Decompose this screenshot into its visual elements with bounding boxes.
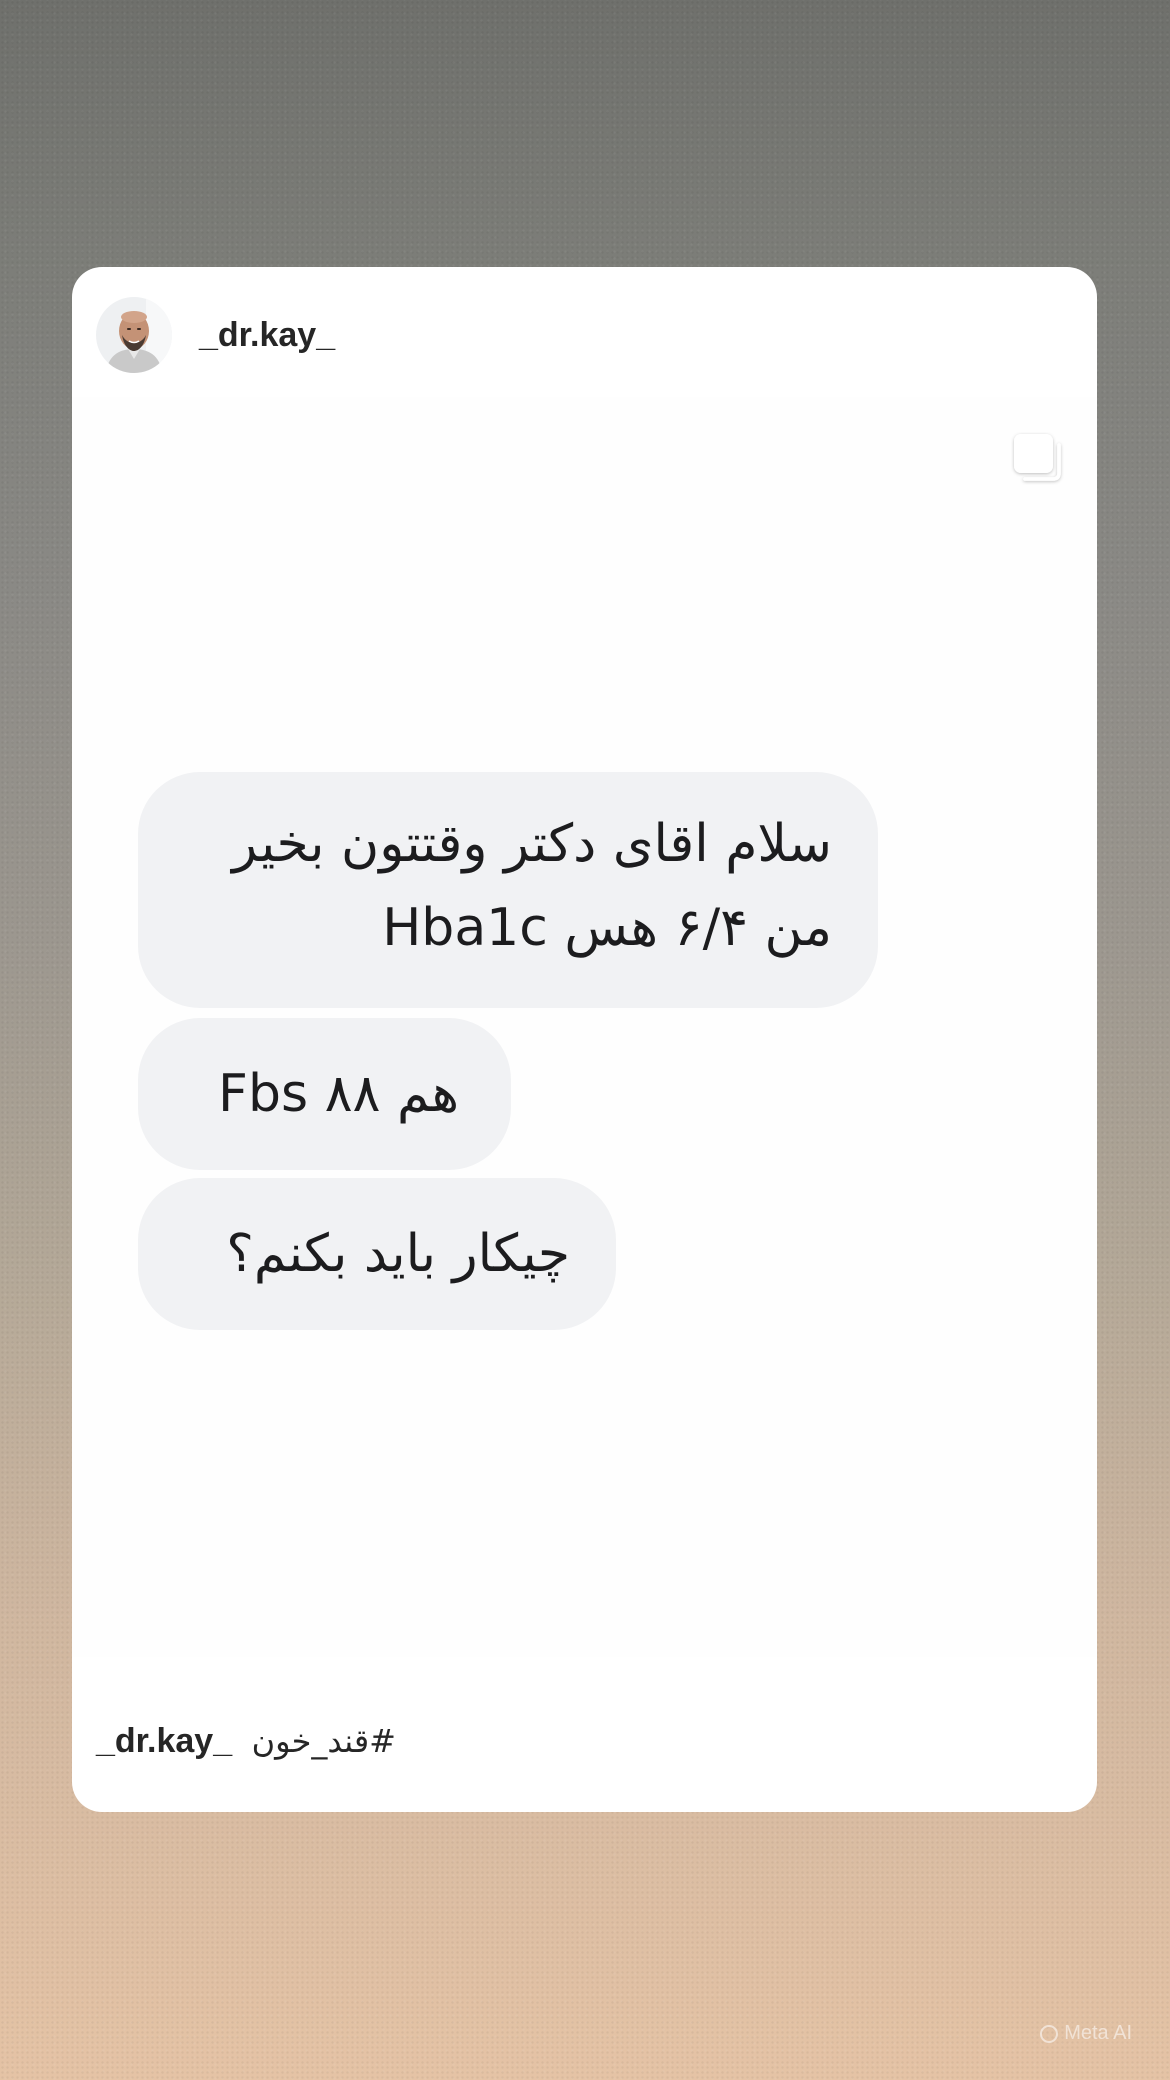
message-text: چیکار باید بکنم؟ — [226, 1224, 570, 1284]
multi-image-icon — [1009, 429, 1067, 487]
caption-username[interactable]: _dr.kay_ — [96, 1722, 232, 1760]
meta-ai-icon — [1040, 2024, 1059, 2043]
watermark: Meta AI — [1040, 2022, 1132, 2045]
message-text: هم ۸۸ Fbs — [218, 1064, 459, 1124]
message-bubble: چیکار باید بکنم؟ — [138, 1178, 616, 1330]
message-bubble: سلام اقای دکتر وقتتون بخیر من ۶/۴ هس Hba… — [138, 772, 878, 1008]
post-header: _dr.kay_ — [96, 297, 335, 373]
post-card[interactable]: _dr.kay_ سلام اقای دکتر وقتتون بخیر من ۶… — [72, 267, 1097, 1812]
message-line: من ۶/۴ هس Hba1c — [382, 898, 832, 958]
avatar[interactable] — [96, 297, 172, 373]
caption-hashtag[interactable]: #قند_خون — [252, 1722, 396, 1760]
message-line: سلام اقای دکتر وقتتون بخیر — [232, 814, 832, 874]
message-bubble: هم ۸۸ Fbs — [138, 1018, 511, 1170]
post-username[interactable]: _dr.kay_ — [199, 316, 335, 355]
avatar-photo — [96, 297, 172, 373]
story-screen: _dr.kay_ سلام اقای دکتر وقتتون بخیر من ۶… — [0, 0, 1170, 2080]
watermark-label: Meta AI — [1064, 2022, 1132, 2044]
post-caption: _dr.kay_ #قند_خون — [96, 1722, 396, 1761]
